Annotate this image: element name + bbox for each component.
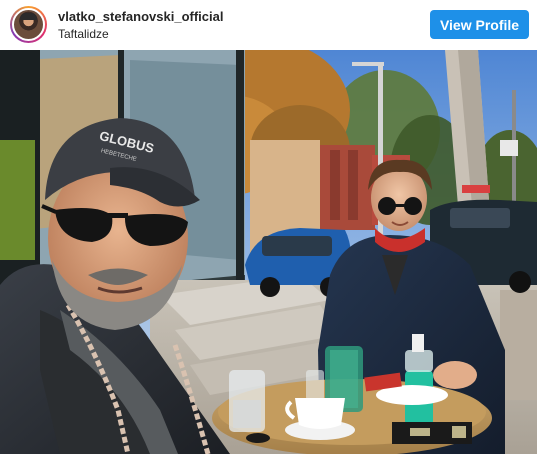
post-photo[interactable]: GLOBUS НЕВЕТЕСНЕ — [0, 50, 537, 454]
location-link[interactable]: Taftalidze — [58, 26, 223, 42]
instagram-embed-post: vlatko_stefanovski_official Taftalidze V… — [0, 0, 537, 454]
username-link[interactable]: vlatko_stefanovski_official — [58, 9, 223, 25]
profile-avatar-ring[interactable] — [10, 6, 47, 43]
photo-scene: GLOBUS НЕВЕТЕСНЕ — [0, 50, 537, 454]
post-header: vlatko_stefanovski_official Taftalidze V… — [0, 0, 537, 50]
view-profile-button[interactable]: View Profile — [430, 10, 529, 39]
user-info: vlatko_stefanovski_official Taftalidze — [58, 9, 223, 42]
avatar[interactable] — [12, 8, 45, 41]
